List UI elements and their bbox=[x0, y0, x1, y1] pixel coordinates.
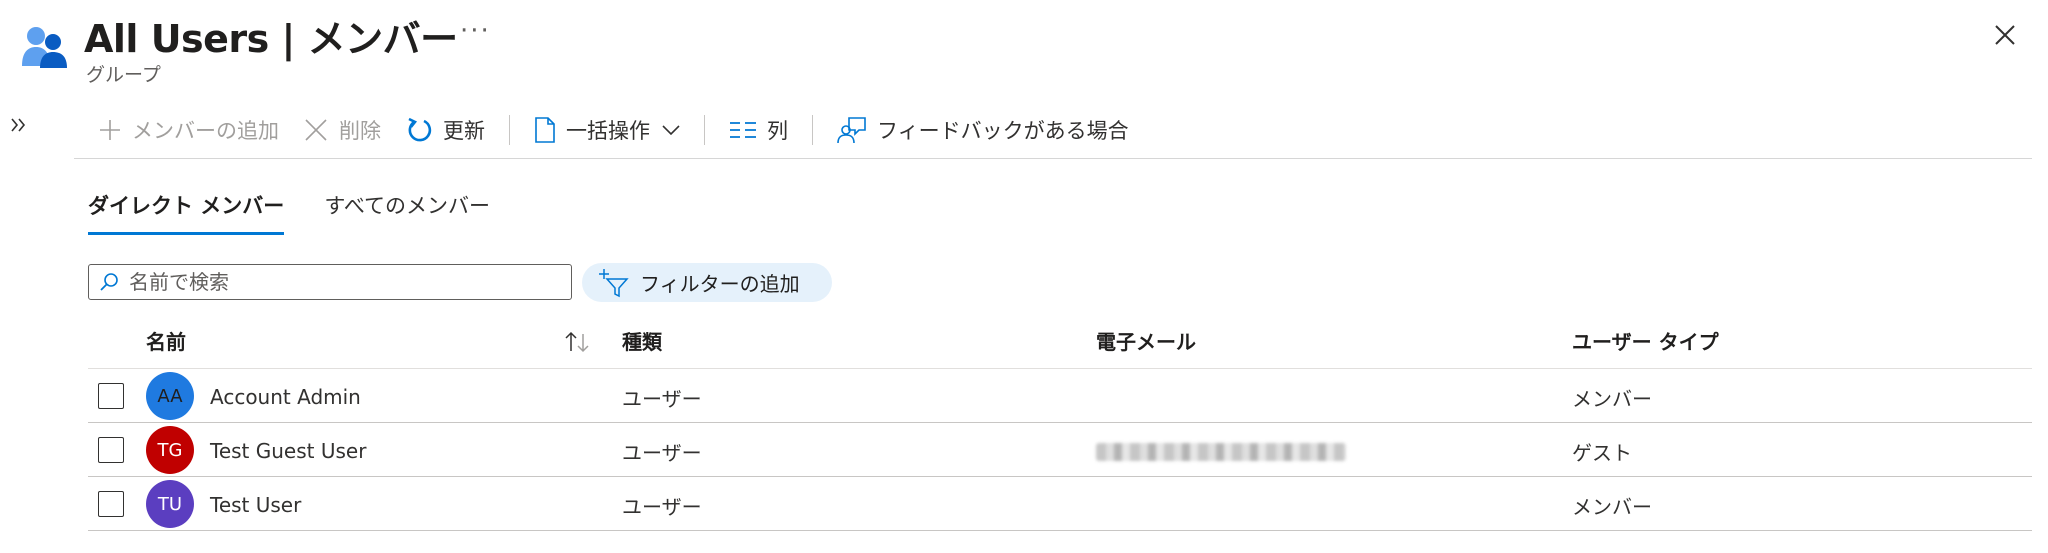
search-icon bbox=[100, 273, 118, 291]
add-member-button[interactable]: メンバーの追加 bbox=[86, 108, 291, 152]
object-type: ユーザー bbox=[622, 441, 702, 465]
feedback-button[interactable]: フィードバックがある場合 bbox=[825, 108, 1141, 152]
sort-arrows-icon[interactable] bbox=[562, 330, 592, 354]
avatar-initials: AA bbox=[157, 385, 183, 407]
object-type: ユーザー bbox=[622, 495, 702, 519]
column-header-name[interactable]: 名前 bbox=[146, 326, 186, 355]
column-header-user-type[interactable]: ユーザー タイプ bbox=[1572, 326, 1719, 355]
chevron-down-icon bbox=[662, 125, 680, 136]
columns-icon bbox=[730, 122, 756, 138]
row-checkbox[interactable] bbox=[98, 383, 124, 409]
close-icon[interactable] bbox=[1990, 20, 2020, 50]
feedback-label: フィードバックがある場合 bbox=[877, 119, 1129, 143]
tab-direct-members[interactable]: ダイレクト メンバー bbox=[88, 190, 285, 235]
feedback-person-icon bbox=[837, 117, 866, 144]
chevron-double-right-icon[interactable] bbox=[6, 112, 32, 138]
page-subtitle: グループ bbox=[86, 64, 161, 86]
redacted-email bbox=[1096, 443, 1346, 461]
column-header-type[interactable]: 種類 bbox=[622, 326, 662, 355]
toolbar-divider bbox=[812, 115, 813, 145]
add-filter-label: フィルターの追加 bbox=[640, 272, 800, 296]
more-options-button[interactable]: ··· bbox=[460, 16, 491, 46]
user-type: メンバー bbox=[1572, 495, 1652, 519]
x-icon bbox=[305, 119, 327, 141]
delete-button[interactable]: 削除 bbox=[291, 108, 393, 152]
member-tabs: ダイレクト メンバー すべてのメンバー bbox=[88, 190, 530, 235]
refresh-label: 更新 bbox=[443, 119, 485, 143]
toolbar-divider bbox=[509, 115, 510, 145]
group-users-icon bbox=[20, 24, 70, 70]
user-type: メンバー bbox=[1572, 387, 1652, 411]
refresh-icon bbox=[408, 117, 432, 142]
toolbar-divider-line bbox=[74, 158, 2032, 159]
refresh-button[interactable]: 更新 bbox=[393, 108, 497, 152]
add-member-label: メンバーの追加 bbox=[132, 119, 279, 143]
avatar-initials: TU bbox=[157, 493, 183, 515]
table-row[interactable]: TU Test User ユーザー メンバー bbox=[88, 477, 2032, 531]
avatar-initials: TG bbox=[157, 439, 183, 461]
bulk-operations-label: 一括操作 bbox=[566, 119, 650, 143]
search-input[interactable] bbox=[127, 269, 551, 295]
columns-button[interactable]: 列 bbox=[717, 108, 800, 152]
search-box bbox=[88, 264, 572, 300]
filter-add-icon bbox=[599, 268, 629, 297]
row-checkbox[interactable] bbox=[98, 491, 124, 517]
tab-all-members[interactable]: すべてのメンバー bbox=[324, 190, 490, 235]
row-checkbox[interactable] bbox=[98, 437, 124, 463]
user-name: Account Admin bbox=[210, 385, 361, 409]
column-header-email[interactable]: 電子メール bbox=[1096, 326, 1196, 355]
command-bar: メンバーの追加 削除 更新 一括操作 列 フィードバックがある場合 bbox=[86, 108, 1141, 152]
toolbar-divider bbox=[704, 115, 705, 145]
user-name: Test User bbox=[210, 493, 302, 517]
object-type: ユーザー bbox=[622, 387, 702, 411]
avatar: TU bbox=[146, 480, 194, 528]
table-row[interactable]: TG Test Guest User ユーザー ゲスト bbox=[88, 423, 2032, 477]
columns-label: 列 bbox=[767, 119, 788, 143]
add-filter-button[interactable]: フィルターの追加 bbox=[582, 263, 832, 302]
avatar: AA bbox=[146, 372, 194, 420]
document-icon bbox=[535, 117, 555, 143]
bulk-operations-button[interactable]: 一括操作 bbox=[522, 108, 692, 152]
user-type: ゲスト bbox=[1572, 441, 1632, 465]
page-title: All Users | メンバー bbox=[84, 17, 458, 61]
table-row[interactable]: AA Account Admin ユーザー メンバー bbox=[88, 369, 2032, 423]
avatar: TG bbox=[146, 426, 194, 474]
user-name: Test Guest User bbox=[210, 439, 367, 463]
plus-icon bbox=[100, 120, 120, 140]
delete-label: 削除 bbox=[339, 119, 381, 143]
